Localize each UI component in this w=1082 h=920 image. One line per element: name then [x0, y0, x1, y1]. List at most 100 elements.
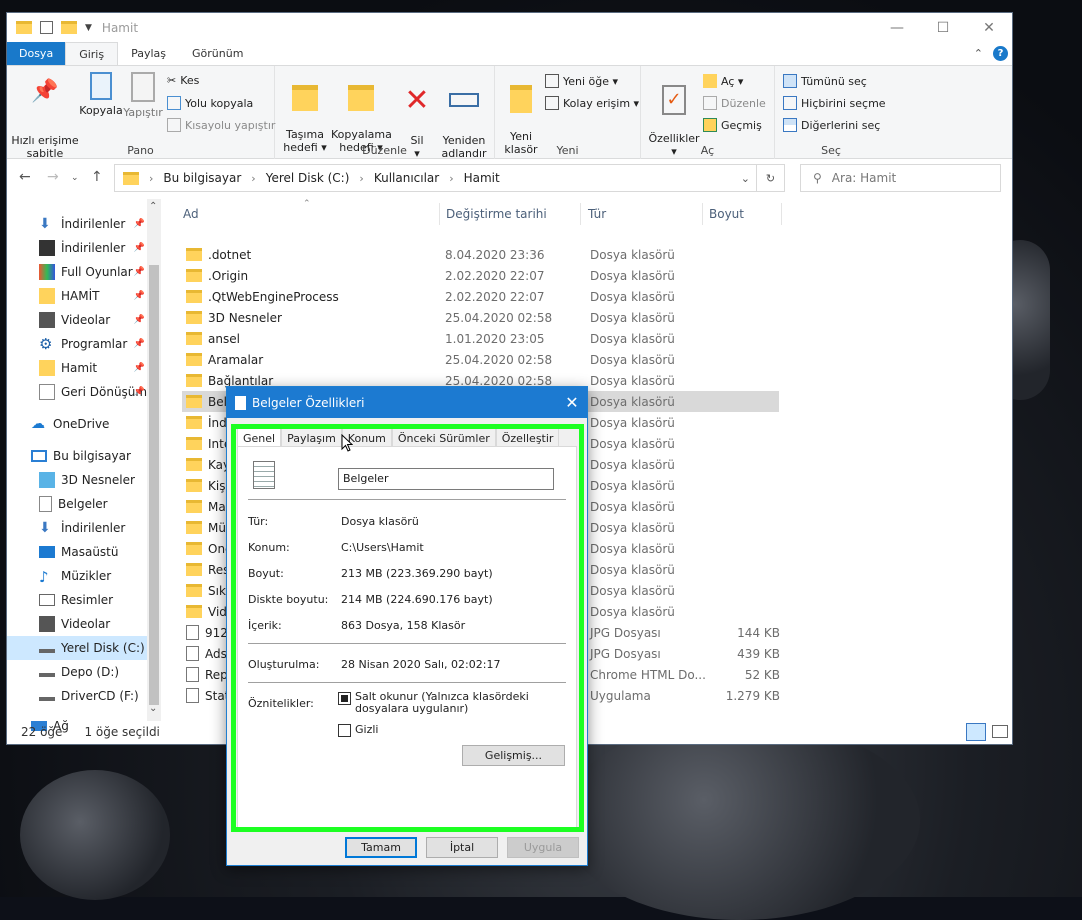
file-name: Ads [205, 646, 227, 661]
tab-general[interactable]: Genel [237, 427, 282, 448]
column-header-name[interactable]: Ad [177, 203, 440, 225]
nav-item-hamit-upper[interactable]: HAMİT 📌 [7, 284, 147, 308]
file-row[interactable]: ansel 1.01.2020 23:05 Dosya klasörü [182, 328, 779, 349]
invert-selection-button[interactable]: Diğerlerini seç [783, 118, 880, 132]
scroll-up-icon[interactable]: ⌃ [149, 201, 157, 212]
open-button[interactable]: Aç ▾ [703, 74, 743, 88]
nav-scrollbar[interactable]: ⌃ ⌄ [147, 199, 161, 721]
nav-item-downloads[interactable]: ⬇ İndirilenler 📌 [7, 212, 147, 236]
new-item-button[interactable]: Yeni öğe ▾ [545, 74, 618, 88]
readonly-checkbox-box[interactable] [338, 692, 351, 705]
file-row[interactable]: .Origin 2.02.2020 22:07 Dosya klasörü [182, 265, 779, 286]
edit-button[interactable]: Düzenle [703, 96, 766, 110]
advanced-button[interactable]: Gelişmiş... [462, 745, 565, 766]
back-arrow-icon[interactable]: ← [19, 169, 31, 185]
large-icons-view-icon[interactable] [992, 725, 1008, 738]
hidden-checkbox-box[interactable] [338, 724, 351, 737]
copy-button[interactable]: Kopyala [79, 72, 123, 117]
history-button[interactable]: Geçmiş [703, 118, 762, 132]
select-none-button[interactable]: Hiçbirini seçme [783, 96, 886, 110]
select-all-button[interactable]: Tümünü seç [783, 74, 867, 88]
address-bar[interactable]: › Bu bilgisayar › Yerel Disk (C:) › Kull… [114, 164, 757, 192]
tab-customize[interactable]: Özelleştir [495, 428, 560, 447]
nav-item-videolar[interactable]: Videolar 📌 [7, 308, 147, 332]
selection-count: 1 öğe seçildi [84, 725, 160, 739]
tab-share[interactable]: Paylaş [118, 42, 179, 65]
file-row[interactable]: Aramalar 25.04.2020 02:58 Dosya klasörü [182, 349, 779, 370]
folder-name-field[interactable]: Belgeler [338, 468, 554, 490]
easy-access-button[interactable]: Kolay erişim ▾ [545, 96, 639, 110]
search-input[interactable]: ⚲ Ara: Hamit [800, 164, 1001, 192]
copy-icon [90, 72, 112, 100]
nav-item-recycle-bin[interactable]: Geri Dönüşüm 📌 [7, 380, 147, 404]
nav-item-full-oyunlar[interactable]: Full Oyunlar 📌 [7, 260, 147, 284]
up-arrow-icon[interactable]: ↑ [91, 169, 103, 185]
column-header-date[interactable]: Değiştirme tarihi [440, 203, 581, 225]
nav-item-this-pc[interactable]: Bu bilgisayar [7, 444, 147, 468]
drive-icon [39, 667, 55, 677]
music-icon: ♪ [39, 568, 49, 586]
apply-button[interactable]: Uygula [507, 837, 579, 858]
chevron-down-icon[interactable]: ⌄ [741, 172, 750, 185]
tab-previous-versions[interactable]: Önceki Sürümler [391, 428, 496, 447]
minimize-button[interactable]: — [874, 13, 920, 42]
nav-item-desktop[interactable]: Masaüstü [7, 540, 147, 564]
refresh-button[interactable]: ↻ [757, 164, 785, 192]
cancel-button[interactable]: İptal [426, 837, 498, 858]
scrollbar-thumb[interactable] [149, 265, 159, 705]
video-icon [39, 616, 55, 632]
dialog-close-button[interactable]: ✕ [557, 393, 587, 412]
nav-item-downloads-3[interactable]: ⬇ İndirilenler [7, 516, 147, 540]
move-to-button[interactable]: Taşıma hedefi ▾ [283, 72, 327, 154]
help-icon[interactable]: ? [993, 46, 1008, 61]
breadcrumb-computer[interactable]: Bu bilgisayar [163, 171, 241, 185]
forward-arrow-icon[interactable]: → [47, 169, 59, 185]
tab-file[interactable]: Dosya [7, 42, 66, 65]
nav-item-f-drive[interactable]: DriverCD (F:) [7, 684, 147, 708]
chevron-up-icon[interactable]: ⌃ [974, 47, 983, 60]
file-name-cell: .QtWebEngineProcess [186, 290, 339, 304]
tab-sharing[interactable]: Paylaşım [281, 428, 342, 447]
nav-item-onedrive[interactable]: ☁ OneDrive [7, 412, 147, 436]
recent-chevron-icon[interactable]: ⌄ [71, 173, 79, 183]
nav-item-documents[interactable]: Belgeler [7, 492, 147, 516]
nav-item-pictures[interactable]: Resimler [7, 588, 147, 612]
folder-icon [186, 479, 202, 492]
readonly-checkbox[interactable]: Salt okunur (Yalnızca klasördeki dosyala… [338, 691, 558, 715]
folder-icon [186, 500, 202, 513]
new-folder-quick-icon[interactable] [61, 21, 77, 34]
ok-button[interactable]: Tamam [345, 837, 417, 858]
nav-item-c-drive[interactable]: Yerel Disk (C:) [7, 636, 147, 660]
breadcrumb-hamit[interactable]: Hamit [464, 171, 500, 185]
nav-item-videos[interactable]: Videolar [7, 612, 147, 636]
file-row[interactable]: .QtWebEngineProcess 2.02.2020 22:07 Dosya … [182, 286, 779, 307]
tab-home[interactable]: Giriş [65, 42, 119, 65]
nav-item-programlar[interactable]: ⚙ Programlar 📌 [7, 332, 147, 356]
nav-item-downloads-2[interactable]: İndirilenler 📌 [7, 236, 147, 260]
nav-item-music[interactable]: ♪ Müzikler [7, 564, 147, 588]
details-view-icon[interactable] [966, 723, 986, 741]
copy-to-button[interactable]: Kopyalama hedefi ▾ [331, 72, 392, 154]
column-header-size[interactable]: Boyut [703, 203, 782, 225]
close-button[interactable]: ✕ [966, 13, 1012, 42]
file-row[interactable]: .dotnet 8.04.2020 23:36 Dosya klasörü [182, 244, 779, 265]
breadcrumb-c-drive[interactable]: Yerel Disk (C:) [266, 171, 350, 185]
copy-path-button[interactable]: Yolu kopyala [167, 96, 253, 110]
paste-shortcut-button[interactable]: Kısayolu yapıştır [167, 118, 275, 132]
file-type: JPG Dosyası [590, 625, 661, 640]
tab-view[interactable]: Görünüm [179, 42, 256, 65]
nav-item-3d-objects[interactable]: 3D Nesneler [7, 468, 147, 492]
nav-item-d-drive[interactable]: Depo (D:) [7, 660, 147, 684]
scroll-down-icon[interactable]: ⌄ [149, 703, 157, 714]
ribbon: 📌 Hızlı erişime sabitle Kopyala Yapıştır… [7, 66, 1012, 160]
chevron-down-icon[interactable]: ▼ [85, 23, 92, 33]
properties-quick-icon[interactable] [40, 21, 53, 34]
cut-button[interactable]: ✂ Kes [167, 74, 199, 87]
nav-item-hamit[interactable]: Hamit 📌 [7, 356, 147, 380]
paste-button[interactable]: Yapıştır [123, 72, 163, 119]
hidden-checkbox[interactable]: Gizli [338, 723, 378, 737]
file-row[interactable]: 3D Nesneler 25.04.2020 02:58 Dosya klasörü [182, 307, 779, 328]
breadcrumb-users[interactable]: Kullanıcılar [374, 171, 439, 185]
column-header-type[interactable]: Tür [582, 203, 703, 225]
maximize-button[interactable]: ☐ [920, 13, 966, 42]
